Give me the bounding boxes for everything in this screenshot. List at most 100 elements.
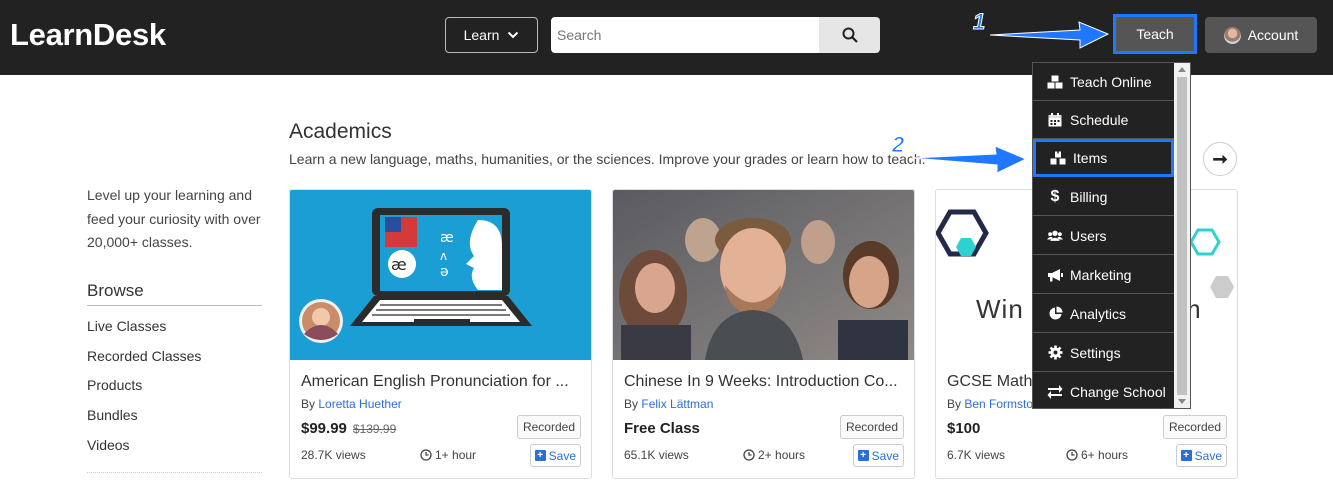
menu-item-schedule[interactable]: Schedule <box>1033 101 1174 139</box>
exchange-icon <box>1047 385 1063 399</box>
users-icon <box>1047 230 1063 241</box>
duration-label: 2+ hours <box>758 448 806 462</box>
menu-item-change-school[interactable]: Change School <box>1033 373 1174 411</box>
gear-icon <box>1048 345 1062 360</box>
clock-icon <box>420 449 432 461</box>
plus-icon: + <box>534 450 546 461</box>
teach-dropdown-menu: Teach Online Schedule Items $ Billing Us… <box>1032 62 1191 409</box>
save-label: Save <box>1194 448 1222 463</box>
course-price: $99.99 $139.99 <box>301 420 396 437</box>
callout-number-2: 2 <box>891 132 905 158</box>
course-card[interactable]: Chinese In 9 Weeks: Introduction Co... B… <box>612 189 915 479</box>
account-button[interactable]: Account <box>1205 17 1317 53</box>
menu-item-analytics[interactable]: Analytics <box>1033 295 1174 333</box>
plus-icon: + <box>1180 450 1192 461</box>
price-value: $99.99 <box>301 420 347 437</box>
menu-item-label: Billing <box>1070 188 1108 205</box>
save-button[interactable]: + Save <box>1175 444 1227 467</box>
course-duration: 2+ hours <box>743 448 805 462</box>
status-badge: Recorded <box>1162 415 1227 439</box>
menu-scrollbar[interactable] <box>1174 63 1190 408</box>
save-label: Save <box>548 448 576 463</box>
svg-text:æ: æ <box>391 255 407 274</box>
svg-text:ʌ: ʌ <box>440 249 447 263</box>
browse-list: Live Classes Recorded Classes Products B… <box>87 318 201 466</box>
search-icon <box>842 27 858 43</box>
save-label: Save <box>871 448 899 463</box>
divider <box>87 305 262 306</box>
duration-label: 1+ hour <box>435 448 477 462</box>
calendar-icon <box>1048 112 1062 126</box>
sidebar-item-live-classes[interactable]: Live Classes <box>87 318 201 348</box>
course-price: Free Class <box>624 420 700 437</box>
menu-item-teach-online[interactable]: Teach Online <box>1033 63 1174 101</box>
cubes-icon <box>1047 75 1063 88</box>
menu-item-label: Settings <box>1070 344 1121 361</box>
course-byline: By Loretta Huether <box>301 397 402 411</box>
course-card[interactable]: æ æ ʌ ə American English Pronunciation f… <box>289 189 592 479</box>
status-badge: Recorded <box>839 415 904 439</box>
course-byline: By Ben Formsto <box>947 397 1033 411</box>
section-description: Learn a new language, maths, humanities,… <box>289 151 926 167</box>
svg-text:ə: ə <box>440 264 449 280</box>
sidebar-item-videos[interactable]: Videos <box>87 437 201 467</box>
menu-item-label: Teach Online <box>1070 73 1152 90</box>
menu-item-label: Marketing <box>1070 266 1132 283</box>
clock-icon <box>743 449 755 461</box>
search-button[interactable] <box>819 17 880 53</box>
duration-label: 6+ hours <box>1081 448 1129 462</box>
teach-button[interactable]: Teach <box>1113 14 1197 54</box>
megaphone-icon <box>1048 268 1063 281</box>
by-label: By <box>624 397 639 411</box>
menu-item-label: Schedule <box>1070 111 1129 128</box>
chevron-down-icon <box>508 31 519 39</box>
course-byline: By Felix Lättman <box>624 397 713 411</box>
menu-item-users[interactable]: Users <box>1033 217 1174 255</box>
scrollbar-thumb[interactable] <box>1177 77 1187 395</box>
divider <box>87 472 262 473</box>
dollar-icon: $ <box>1050 187 1060 205</box>
course-price: $100 <box>947 420 980 437</box>
plus-icon: + <box>857 450 869 461</box>
save-button[interactable]: + Save <box>529 444 581 467</box>
search-input[interactable] <box>551 17 819 53</box>
menu-item-marketing[interactable]: Marketing <box>1033 256 1174 294</box>
author-link[interactable]: Ben Formsto <box>964 397 1033 411</box>
next-arrow-button[interactable]: ➞ <box>1203 142 1237 176</box>
author-link[interactable]: Loretta Huether <box>318 397 401 411</box>
course-thumbnail: æ æ ʌ ə <box>290 190 591 360</box>
logo[interactable]: LearnDesk <box>10 17 166 53</box>
menu-item-label: Analytics <box>1070 305 1127 322</box>
menu-item-settings[interactable]: Settings <box>1033 334 1174 372</box>
view-count: 6.7K views <box>947 448 1006 462</box>
avatar <box>1223 26 1241 44</box>
status-badge: Recorded <box>516 415 581 439</box>
menu-item-billing[interactable]: $ Billing <box>1033 178 1174 216</box>
browse-heading: Browse <box>87 281 144 300</box>
scroll-down-icon[interactable] <box>1178 399 1186 404</box>
course-title[interactable]: American English Pronunciation for ... <box>301 373 581 391</box>
scroll-up-icon[interactable] <box>1178 67 1186 72</box>
boxes-icon <box>1050 151 1066 165</box>
clock-icon <box>1066 449 1078 461</box>
save-button[interactable]: + Save <box>852 444 904 467</box>
menu-item-label: Users <box>1070 227 1107 244</box>
account-label: Account <box>1247 27 1299 43</box>
price-value: Free Class <box>624 420 700 437</box>
author-link[interactable]: Felix Lättman <box>641 397 713 411</box>
course-thumbnail <box>613 190 914 360</box>
menu-item-items[interactable]: Items <box>1033 139 1174 177</box>
view-count: 65.1K views <box>624 448 689 462</box>
learn-dropdown-button[interactable]: Learn <box>445 17 538 53</box>
sidebar-item-products[interactable]: Products <box>87 377 201 407</box>
sidebar-item-bundles[interactable]: Bundles <box>87 407 201 437</box>
course-duration: 6+ hours <box>1066 448 1128 462</box>
course-title[interactable]: Chinese In 9 Weeks: Introduction Co... <box>624 373 904 391</box>
section-title: Academics <box>289 120 392 143</box>
svg-text:æ: æ <box>440 230 454 246</box>
sidebar-item-recorded-classes[interactable]: Recorded Classes <box>87 348 201 378</box>
menu-item-label: Change School <box>1070 384 1166 400</box>
by-label: By <box>947 397 962 411</box>
learn-label: Learn <box>463 27 500 43</box>
view-count: 28.7K views <box>301 448 366 462</box>
